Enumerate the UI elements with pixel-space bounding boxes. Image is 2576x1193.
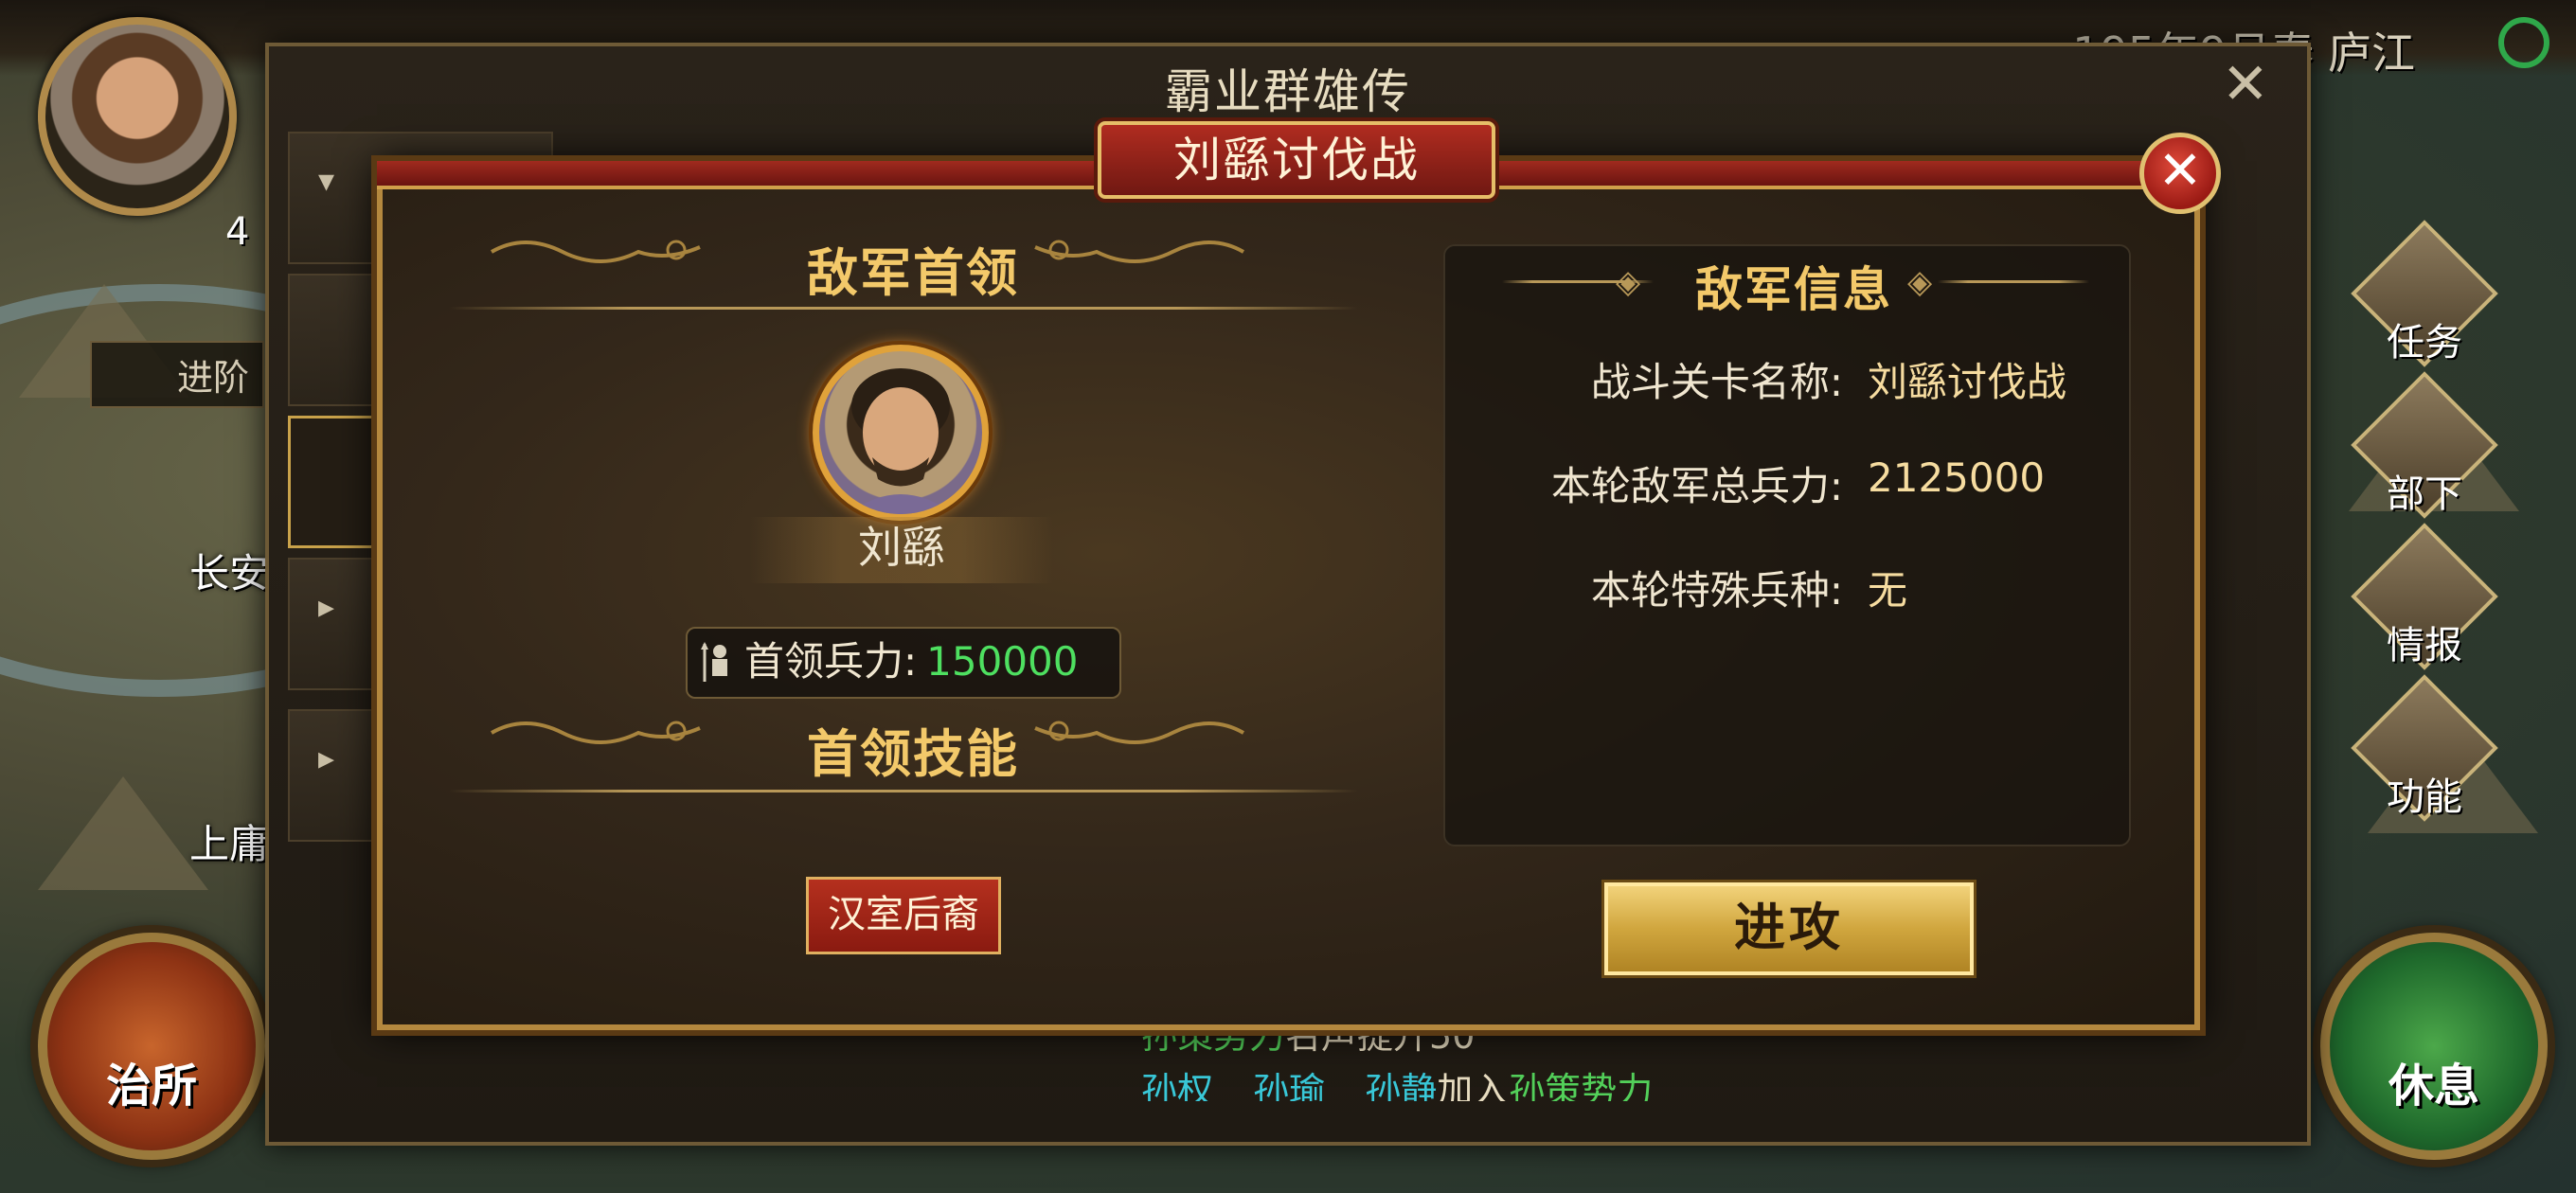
dragon-ornament-icon <box>1030 714 1248 752</box>
map-city-changan[interactable]: 长安 <box>189 542 269 599</box>
attack-button[interactable]: 进攻 <box>1604 882 1974 975</box>
leader-heading: 敌军首领 <box>807 243 1019 303</box>
news-text: 加入 <box>1437 1070 1510 1101</box>
rest-button[interactable]: 休息 <box>2320 933 2548 1160</box>
close-icon[interactable]: ✕ <box>2222 56 2269 113</box>
rest-label: 休息 <box>2388 1059 2479 1113</box>
news-line: 孙权 孙瑜 孙静加入孙策势力 <box>1141 1063 1994 1101</box>
soldier-icon <box>701 642 727 682</box>
advance-label-text: 进阶 <box>177 357 250 399</box>
governance-button[interactable]: 治所 <box>38 933 265 1160</box>
quest-label: 任务 <box>2387 321 2462 365</box>
stage-name-value: 刘繇讨伐战 <box>1868 359 2067 405</box>
leader-troops: 首领兵力: 150000 <box>686 627 1121 699</box>
subordinates-button[interactable]: 部下 <box>2351 371 2498 519</box>
map-city-shangyong[interactable]: 上庸 <box>189 812 269 870</box>
governance-label: 治所 <box>105 1059 197 1113</box>
dragon-ornament-icon <box>1030 233 1248 271</box>
battle-dialog: 刘繇讨伐战 ✕ 敌军首领 刘繇 首领兵力: 150000 首领技能 汉室后裔 ◈… <box>377 121 2221 1030</box>
news-person: 孙静 <box>1365 1070 1438 1101</box>
map-mountain <box>38 776 208 890</box>
dragon-ornament-icon <box>487 233 705 271</box>
signal-icon <box>2498 17 2549 68</box>
enemy-leader-name: 刘繇 <box>750 517 1053 583</box>
functions-label: 功能 <box>2387 775 2462 819</box>
chevron-right-icon: ▸ <box>318 739 335 777</box>
special-unit-label: 本轮特殊兵种: <box>1590 567 1843 614</box>
chevron-down-icon: ▾ <box>318 162 335 200</box>
total-troops-label: 本轮敌军总兵力: <box>1550 463 1843 509</box>
intel-button[interactable]: 情报 <box>2351 523 2498 670</box>
chevron-right-icon: ▸ <box>318 588 335 626</box>
divider <box>449 790 1358 792</box>
troops-value: 150000 <box>926 638 1079 685</box>
skill-heading: 首领技能 <box>807 724 1019 784</box>
event-window-title: 霸业群雄传 <box>1165 64 1411 119</box>
total-troops-value: 2125000 <box>1868 454 2046 501</box>
news-person: 孙权 <box>1141 1070 1214 1101</box>
troops-label: 首领兵力: <box>744 638 918 685</box>
dialog-title: 刘繇讨伐战 <box>1098 121 1495 199</box>
subordinates-label: 部下 <box>2387 472 2462 516</box>
avatar-level: 4 <box>225 210 250 254</box>
intel-label: 情报 <box>2387 624 2462 668</box>
functions-button[interactable]: 功能 <box>2351 674 2498 822</box>
leader-skill-button[interactable]: 汉室后裔 <box>806 877 1001 954</box>
divider <box>449 307 1358 310</box>
enemy-leader-portrait[interactable] <box>813 345 989 521</box>
divider <box>1938 280 2089 283</box>
close-icon[interactable]: ✕ <box>2139 133 2221 214</box>
quest-button[interactable]: 任务 <box>2351 220 2498 367</box>
advance-label[interactable]: 进阶 <box>90 341 265 408</box>
special-unit-value: 无 <box>1868 567 1908 614</box>
dragon-ornament-icon <box>487 714 705 752</box>
player-avatar[interactable] <box>38 17 237 216</box>
enemy-info-heading: 敌军信息 <box>1695 262 1892 317</box>
news-person: 孙瑜 <box>1253 1070 1326 1101</box>
diamond-ornament-icon: ◈ <box>1907 263 1933 301</box>
stage-name-label: 战斗关卡名称: <box>1590 359 1843 405</box>
diamond-ornament-icon: ◈ <box>1616 263 1641 301</box>
news-faction: 孙策势力 <box>1509 1070 1654 1101</box>
enemy-info-panel: ◈ 敌军信息 ◈ 战斗关卡名称: 刘繇讨伐战 本轮敌军总兵力: 2125000 … <box>1443 244 2131 846</box>
